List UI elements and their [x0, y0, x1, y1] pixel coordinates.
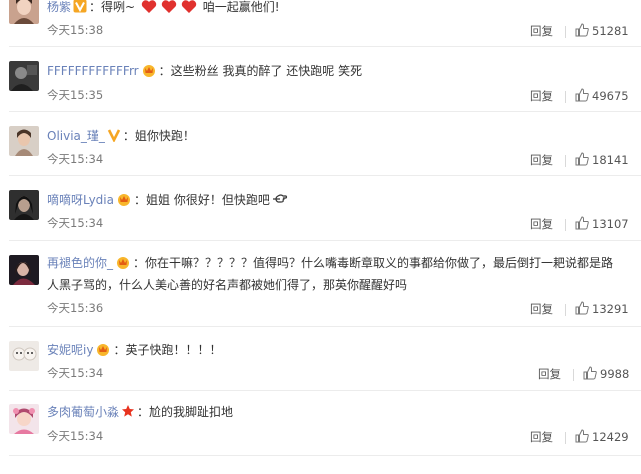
reply-button[interactable]: 回复 — [530, 152, 553, 168]
crown-badge-icon — [141, 62, 157, 84]
username-link[interactable]: FFFFFFFFFFFFrr — [47, 64, 139, 78]
like-count: 18141 — [592, 153, 629, 167]
crown-badge-icon — [116, 191, 132, 213]
like-button[interactable]: 51281 — [575, 23, 629, 39]
like-count: 49675 — [592, 89, 629, 103]
divider — [9, 390, 641, 391]
avatar[interactable] — [9, 255, 39, 285]
username-link[interactable]: 再褪色的你_ — [47, 256, 113, 270]
divider — [9, 240, 641, 241]
like-count: 13107 — [592, 217, 629, 231]
divider — [9, 111, 641, 112]
comment-body: ：你在干嘛？？？？？值得吗？什么嘴毒断章取义的事都给你做了，最后倒打一耙说都是路 — [133, 256, 614, 270]
reply-button[interactable]: 回复 — [530, 301, 553, 317]
crown-badge-icon — [95, 341, 111, 363]
username-link[interactable]: 杨紫 — [47, 0, 71, 14]
comment-text: Olivia_瑾_ ：姐你快跑！ — [47, 125, 631, 149]
reply-button[interactable]: 回复 — [530, 23, 553, 39]
thumbs-up-icon — [575, 88, 589, 102]
thumbs-up-icon — [583, 366, 597, 380]
star-badge-icon — [121, 403, 135, 425]
heart-icon — [161, 0, 177, 21]
username-link[interactable]: 多肉葡萄小淼 — [47, 405, 119, 419]
comment-list: 杨紫 ：得咧~ 咱一起赢他们! 今天15:38 回复 51281 FFFFFFFF… — [0, 0, 641, 474]
like-count: 12429 — [592, 430, 629, 444]
pointing-hand-icon — [272, 191, 288, 213]
crown-badge-icon — [115, 254, 131, 276]
timestamp: 今天15:34 — [47, 152, 104, 166]
separator — [565, 155, 566, 167]
divider — [9, 326, 641, 327]
thumbs-up-icon — [575, 301, 589, 315]
comment-text: 再褪色的你_ ：你在干嘛？？？？？值得吗？什么嘴毒断章取义的事都给你做了，最后倒打… — [47, 252, 631, 276]
thumbs-up-icon — [575, 23, 589, 37]
comment-body: ：得咧~ — [89, 0, 136, 14]
divider — [9, 175, 641, 176]
separator — [565, 26, 566, 38]
comment-text: 杨紫 ：得咧~ 咱一起赢他们! — [47, 0, 631, 21]
reply-button[interactable]: 回复 — [530, 429, 553, 445]
separator — [565, 432, 566, 444]
separator — [565, 304, 566, 316]
comment-body: ：这些粉丝 我真的醉了 还快跑呢 笑死 — [158, 64, 363, 78]
like-count: 51281 — [592, 24, 629, 38]
avatar[interactable] — [9, 404, 39, 434]
comment-body: ：姐姐 你很好！但快跑吧 — [134, 193, 270, 207]
thumbs-up-icon — [575, 429, 589, 443]
like-button[interactable]: 49675 — [575, 88, 629, 104]
separator — [573, 369, 574, 381]
comment-text: 安妮呢iy ：英子快跑！！！！ — [47, 339, 631, 363]
timestamp: 今天15:36 — [47, 301, 104, 315]
comment-text: 多肉葡萄小淼 ：尬的我脚趾扣地 — [47, 401, 631, 425]
like-count: 13291 — [592, 302, 629, 316]
like-button[interactable]: 13107 — [575, 216, 629, 232]
username-link[interactable]: 安妮呢iy — [47, 343, 93, 357]
avatar[interactable] — [9, 341, 39, 371]
vip-badge-icon — [107, 127, 121, 149]
reply-button[interactable]: 回复 — [530, 216, 553, 232]
username-link[interactable]: Olivia_瑾_ — [47, 129, 105, 143]
comment-body-line2: 人黑子骂的，什么人美心善的好名声都被她们得了，那英你醒醒好吗 — [47, 278, 408, 292]
thumbs-up-icon — [575, 152, 589, 166]
comment-body: ：英子快跑！！！！ — [113, 343, 222, 357]
timestamp: 今天15:34 — [47, 216, 104, 230]
vip-badge-icon — [73, 0, 87, 20]
heart-icon — [141, 0, 157, 21]
like-button[interactable]: 13291 — [575, 301, 629, 317]
divider — [9, 46, 641, 47]
comment-text-continued: 人黑子骂的，什么人美心善的好名声都被她们得了，那英你醒醒好吗 — [47, 274, 631, 296]
timestamp: 今天15:34 — [47, 429, 104, 443]
like-button[interactable]: 9988 — [583, 366, 629, 382]
comment-body: ：尬的我脚趾扣地 — [137, 405, 234, 419]
comment-body: ：姐你快跑！ — [122, 129, 195, 143]
separator — [565, 91, 566, 103]
comment-text: 嘀嘀呀Lydia ：姐姐 你很好！但快跑吧 — [47, 189, 631, 213]
timestamp: 今天15:38 — [47, 23, 104, 37]
heart-icon — [181, 0, 197, 21]
like-button[interactable]: 18141 — [575, 152, 629, 168]
separator — [565, 219, 566, 231]
like-count: 9988 — [600, 367, 630, 381]
reply-button[interactable]: 回复 — [538, 366, 561, 382]
comment-body-tail: 咱一起赢他们! — [202, 0, 280, 14]
username-link[interactable]: 嘀嘀呀Lydia — [47, 193, 114, 207]
comment-text: FFFFFFFFFFFFrr ：这些粉丝 我真的醉了 还快跑呢 笑死 — [47, 60, 631, 84]
avatar[interactable] — [9, 126, 39, 156]
like-button[interactable]: 12429 — [575, 429, 629, 445]
avatar[interactable] — [9, 0, 39, 24]
avatar[interactable] — [9, 190, 39, 220]
avatar[interactable] — [9, 61, 39, 91]
timestamp: 今天15:34 — [47, 366, 104, 380]
divider — [9, 455, 641, 456]
thumbs-up-icon — [575, 216, 589, 230]
reply-button[interactable]: 回复 — [530, 88, 553, 104]
timestamp: 今天15:35 — [47, 88, 104, 102]
